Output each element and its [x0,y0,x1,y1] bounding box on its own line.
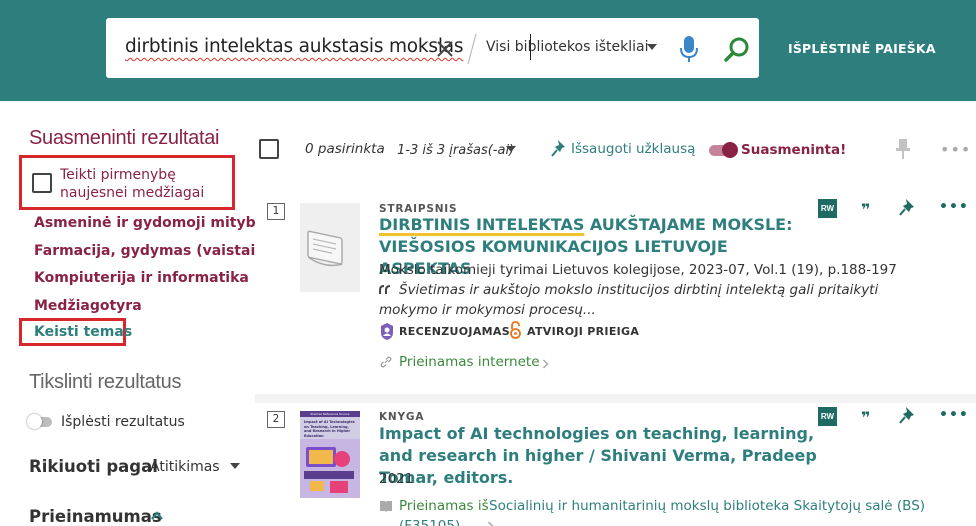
results-range[interactable]: 1-3 iš 3 įrašas(-ai) [397,143,514,158]
search-box[interactable]: dirbtinis intelektas aukstasis mokslas V… [106,18,759,78]
article-thumbnail [300,203,360,292]
prefer-newer-checkbox[interactable] [32,173,52,193]
search-input[interactable]: dirbtinis intelektas aukstasis mokslas [125,36,464,57]
prefer-newer-option[interactable]: Teikti pirmenybę naujesnei medžiagai [19,155,235,210]
personalized-label[interactable]: Suasmeninta! [741,142,846,158]
result-type: KNYGA [379,411,425,423]
pin-icon[interactable] [899,406,917,426]
rw-badge-icon[interactable]: RW [818,199,837,218]
availability-facet-title[interactable]: Prieinamumas [29,507,162,526]
expand-results-label[interactable]: Išplėsti rezultatus [61,414,185,430]
change-topics-link[interactable]: Keisti temas [34,324,132,340]
top-bar: dirbtinis intelektas aukstasis mokslas V… [0,0,976,101]
result-year: 2021 [379,471,414,487]
title-highlight[interactable]: DIRBTINIS INTELEKTAS [379,215,584,234]
topic-item[interactable]: Kompiuterija ir informatika [34,270,249,286]
more-options-icon[interactable]: ••• [939,408,969,422]
prefer-newer-label[interactable]: Teikti pirmenybę naujesnei medžiagai [60,166,232,202]
save-query-link[interactable]: Išsaugoti užklausą [571,141,695,157]
peer-reviewed-icon [381,323,393,340]
toggle-knob[interactable] [27,414,42,429]
search-icon[interactable] [724,37,750,63]
result-title[interactable]: Impact of AI technologies on teaching, l… [379,423,824,489]
result-card[interactable]: 2 Premier Reference Source Impact of AI … [255,403,976,526]
availability-link[interactable]: Prieinamas internete [399,354,540,370]
document-icon [300,203,360,292]
pin-icon[interactable] [899,198,917,218]
chevron-right-icon[interactable] [542,359,549,369]
rw-badge-icon[interactable]: RW [818,407,837,426]
more-options-icon[interactable]: ••• [939,200,969,214]
chevron-up-icon[interactable] [150,509,164,521]
book-cover: Premier Reference Source Impact of AI Te… [300,411,360,498]
sort-label: Rikiuoti pagal [29,457,158,476]
result-source: Mokslo taikomieji tyrimai Lietuvos koleg… [379,262,897,278]
more-options-icon[interactable]: ••• [940,142,971,158]
chevron-down-icon[interactable] [230,463,240,469]
book-icon [380,501,392,512]
result-snippet: Švietimas ir aukštojo mokslo institucijo… [379,282,879,318]
change-topics-highlight: Keisti temas [19,318,132,346]
toggle-knob[interactable] [722,142,738,158]
divider [467,33,477,65]
chevron-right-icon[interactable] [487,521,494,526]
peer-reviewed-badge: RECENZUOJAMAS [399,325,510,338]
link-icon [380,356,392,368]
topic-item[interactable]: Asmeninė ir gydomoji mityba [34,215,265,231]
microphone-icon[interactable] [679,35,699,63]
result-card[interactable]: 1 STRAIPSNIS DIRBTINIS INTELEKTAS AUKŠTA… [255,188,976,394]
topic-item[interactable]: Medžiagotyra [34,298,142,314]
location-link[interactable]: Socialinių ir humanitarinių mokslų bibli… [489,498,925,514]
result-number: 2 [267,411,285,428]
cover-illustration [300,439,360,498]
result-number: 1 [267,203,285,220]
pin-icon[interactable] [551,139,569,159]
select-all-checkbox[interactable] [259,139,279,159]
cover-title: Impact of AI Technologies on Teaching, L… [304,420,355,438]
sort-select[interactable]: Atitikimas [150,459,220,475]
open-access-icon [510,321,521,339]
cite-icon[interactable]: ❞ [861,202,870,218]
chevron-down-icon[interactable] [647,44,657,50]
pin-icon[interactable] [893,138,913,160]
open-access-badge: ATVIROJI PRIEIGA [527,325,640,338]
advanced-search-link[interactable]: IŠPLĖSTINĖ PAIEŠKA [788,41,936,56]
selected-count: 0 pasirinkta [305,141,385,157]
clear-icon[interactable] [436,40,454,58]
refine-title: Tikslinti rezultatus [29,371,182,393]
cite-icon[interactable]: ❞ [861,410,870,426]
chevron-down-icon[interactable] [506,146,516,152]
scope-select[interactable]: Visi bibliotekos ištekliai [486,39,648,55]
personalize-title: Suasmeninti rezultatai [29,127,220,149]
availability-status[interactable]: Prieinamas iš [399,498,489,514]
call-number[interactable]: (F35105) [399,518,460,526]
